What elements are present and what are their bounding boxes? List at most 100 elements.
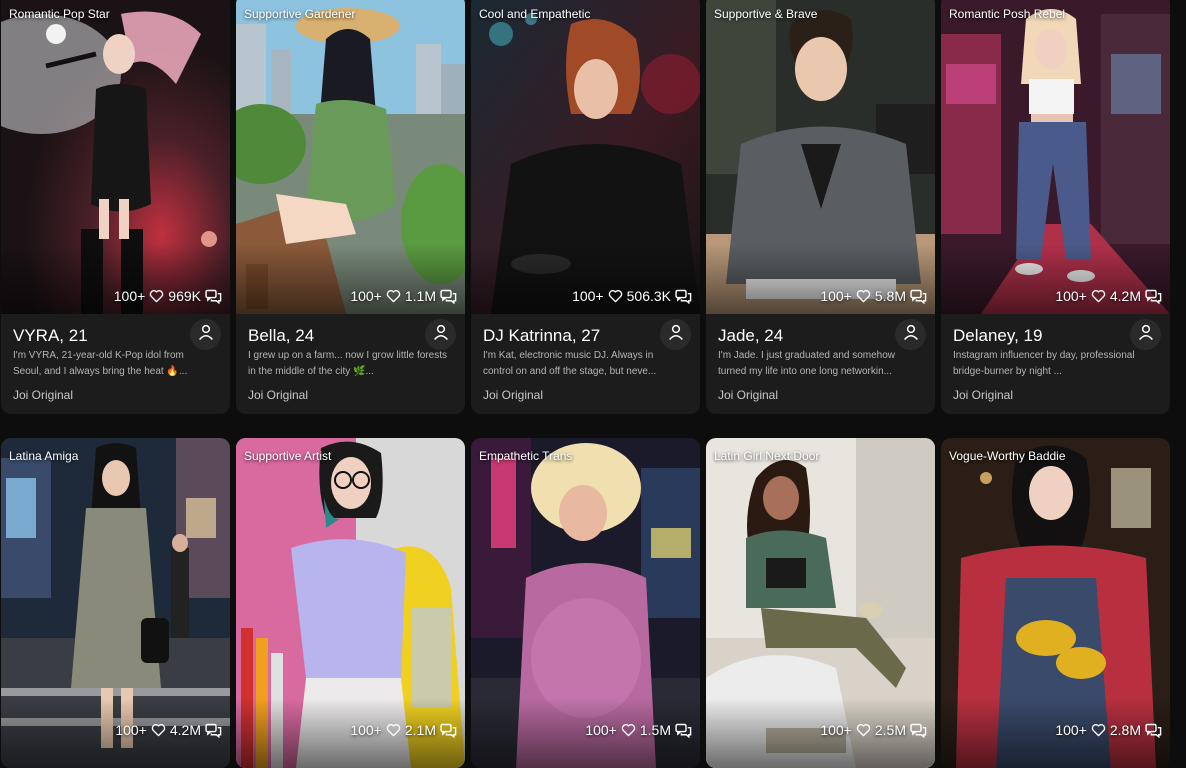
character-name: DJ Katrinna, 27	[483, 326, 601, 345]
profile-button[interactable]	[660, 319, 691, 350]
heart-icon	[856, 723, 871, 737]
character-description: Instagram influencer by day, professiona…	[953, 350, 1135, 377]
heart-icon	[151, 723, 166, 737]
chat-icon	[910, 723, 927, 738]
profile-button[interactable]	[1130, 319, 1161, 350]
likes-prefix: 100+	[115, 722, 147, 738]
character-card-bella[interactable]: Supportive Gardener 100+ 1.1M Bella, 24 …	[236, 0, 465, 414]
likes-count: 2.8M	[1109, 722, 1141, 738]
heart-icon	[149, 289, 164, 303]
chat-icon	[675, 723, 692, 738]
engagement-stats: 100+ 2.5M	[820, 722, 927, 738]
character-name: Delaney, 19	[953, 326, 1043, 345]
heart-icon	[386, 289, 401, 303]
likes-count: 506.3K	[626, 288, 671, 304]
user-icon	[432, 323, 450, 346]
character-image	[706, 438, 935, 768]
chat-icon	[440, 289, 457, 304]
personality-tag: Latin Girl Next Door	[714, 449, 820, 463]
user-icon	[1137, 323, 1155, 346]
user-icon	[667, 323, 685, 346]
character-card-latin-girl-next-door[interactable]: Latin Girl Next Door 100+ 2.5M	[706, 438, 935, 768]
character-name: Bella, 24	[248, 326, 315, 345]
chat-icon	[910, 289, 927, 304]
character-image	[471, 0, 700, 314]
character-card-supportive-artist[interactable]: Supportive Artist 100+ 2.1M	[236, 438, 465, 768]
heart-icon	[608, 289, 623, 303]
personality-tag: Latina Amiga	[9, 449, 79, 463]
character-image	[236, 0, 465, 314]
character-name: VYRA, 21	[13, 326, 88, 345]
personality-tag: Vogue-Worthy Baddie	[949, 449, 1066, 463]
card-info: Bella, 24 I grew up on a farm... now I g…	[236, 314, 465, 414]
heart-icon	[621, 723, 636, 737]
likes-count: 1.1M	[404, 288, 436, 304]
character-image	[941, 438, 1170, 768]
user-icon	[902, 323, 920, 346]
profile-button[interactable]	[190, 319, 221, 350]
likes-count: 5.8M	[874, 288, 906, 304]
brand-label: Joi Original	[13, 388, 74, 402]
engagement-stats: 100+ 969K	[114, 288, 222, 304]
likes-prefix: 100+	[585, 722, 617, 738]
likes-count: 1.5M	[639, 722, 671, 738]
engagement-stats: 100+ 2.1M	[350, 722, 457, 738]
chat-icon	[205, 289, 222, 304]
character-description: I grew up on a farm... now I grow little…	[248, 350, 447, 377]
likes-prefix: 100+	[572, 288, 604, 304]
character-card-latina-amiga[interactable]: Latina Amiga 100+ 4.2M	[1, 438, 230, 768]
character-card-vyra[interactable]: Romantic Pop Star 100+ 969K VYRA, 21 I'm…	[1, 0, 230, 414]
character-image	[941, 0, 1170, 314]
character-card-dj-katrinna[interactable]: Cool and Empathetic 100+ 506.3K DJ Katri…	[471, 0, 700, 414]
character-card-empathetic-trans[interactable]: Empathetic Trans 100+ 1.5M	[471, 438, 700, 768]
likes-count: 969K	[168, 288, 201, 304]
likes-prefix: 100+	[820, 722, 852, 738]
profile-button[interactable]	[895, 319, 926, 350]
likes-count: 4.2M	[169, 722, 201, 738]
character-image	[236, 438, 465, 768]
character-description: I'm Kat, electronic music DJ. Always in …	[483, 350, 657, 377]
character-card-delaney[interactable]: Romantic Posh Rebel 100+ 4.2M Delaney, 1…	[941, 0, 1170, 414]
card-info: DJ Katrinna, 27 I'm Kat, electronic musi…	[471, 314, 700, 414]
chat-icon	[205, 723, 222, 738]
heart-icon	[856, 289, 871, 303]
likes-prefix: 100+	[113, 288, 146, 304]
personality-tag: Supportive & Brave	[714, 7, 818, 21]
engagement-stats: 100+ 1.5M	[585, 722, 692, 738]
character-image	[1, 438, 230, 768]
card-info: VYRA, 21 I'm VYRA, 21-year-old K-Pop ido…	[1, 314, 230, 414]
chat-icon	[1145, 723, 1162, 738]
engagement-stats: 100+ 5.8M	[820, 288, 927, 304]
likes-prefix: 100+	[350, 722, 382, 738]
character-card-vogue-worthy-baddie[interactable]: Vogue-Worthy Baddie 100+ 2.8M	[941, 438, 1170, 768]
personality-tag: Supportive Artist	[244, 449, 332, 463]
engagement-stats: 100+ 506.3K	[572, 288, 692, 304]
heart-icon	[386, 723, 401, 737]
chat-icon	[1145, 289, 1162, 304]
brand-label: Joi Original	[248, 388, 309, 402]
character-image	[1, 0, 230, 314]
personality-tag: Romantic Posh Rebel	[949, 7, 1066, 21]
personality-tag: Cool and Empathetic	[479, 7, 591, 21]
character-name: Jade, 24	[718, 326, 784, 345]
character-description: I'm Jade. I just graduated and somehow t…	[718, 350, 896, 377]
card-info: Delaney, 19 Instagram influencer by day,…	[941, 314, 1170, 414]
profile-button[interactable]	[425, 319, 456, 350]
likes-prefix: 100+	[820, 288, 852, 304]
likes-prefix: 100+	[350, 288, 382, 304]
brand-label: Joi Original	[953, 388, 1014, 402]
character-image	[706, 0, 935, 314]
likes-prefix: 100+	[1055, 288, 1087, 304]
likes-count: 2.1M	[404, 722, 436, 738]
personality-tag: Supportive Gardener	[244, 7, 356, 21]
engagement-stats: 100+ 1.1M	[350, 288, 457, 304]
chat-icon	[440, 723, 457, 738]
character-card-jade[interactable]: Supportive & Brave 100+ 5.8M Jade, 24 I'…	[706, 0, 935, 414]
heart-icon	[1091, 289, 1106, 303]
engagement-stats: 100+ 4.2M	[115, 722, 222, 738]
brand-label: Joi Original	[483, 388, 544, 402]
chat-icon	[675, 289, 692, 304]
heart-icon	[1091, 723, 1106, 737]
personality-tag: Romantic Pop Star	[9, 7, 110, 21]
card-info: Jade, 24 I'm Jade. I just graduated and …	[706, 314, 935, 414]
